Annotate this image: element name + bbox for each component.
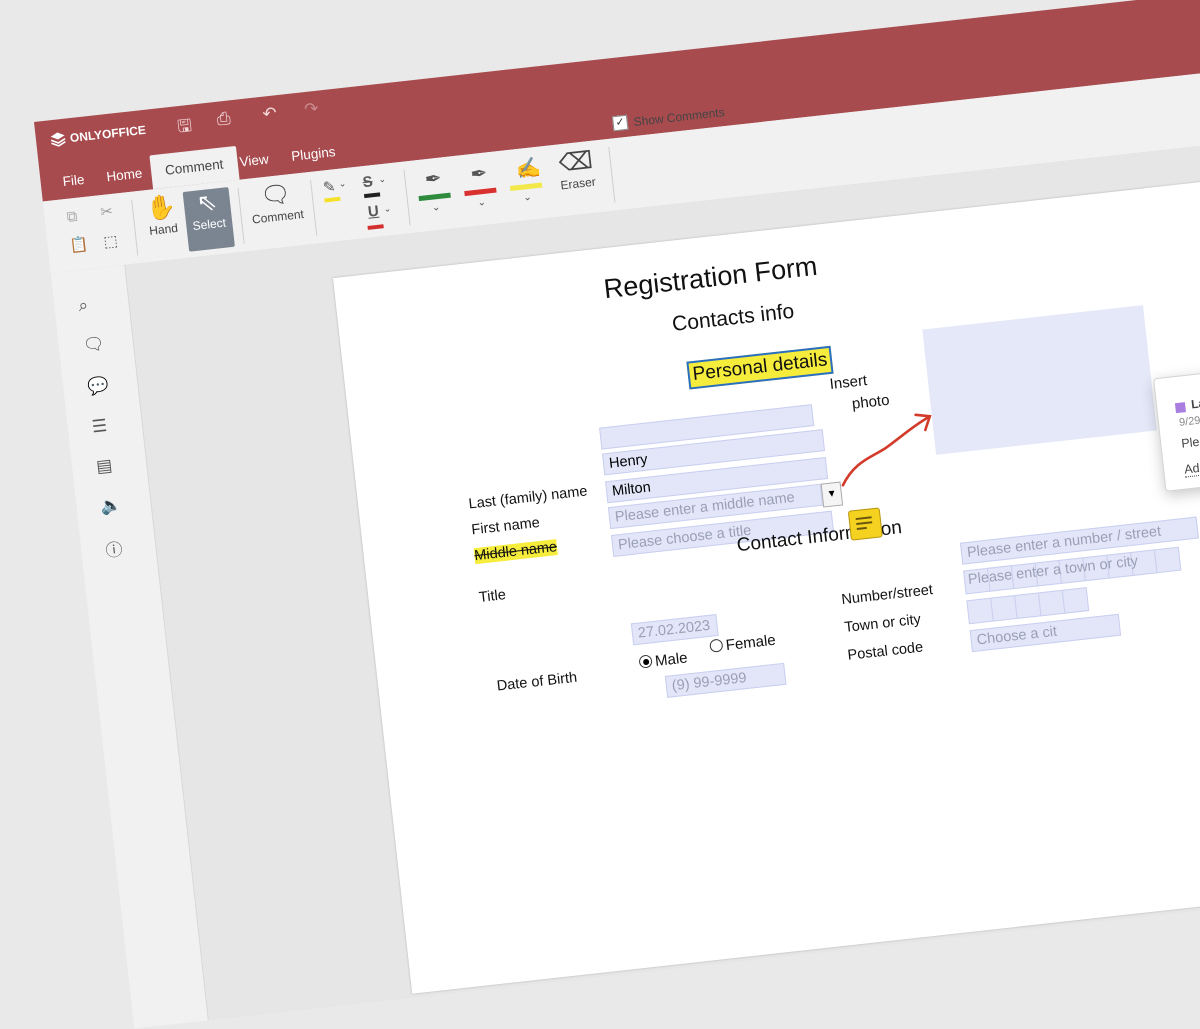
comment-popup: ✎ 🗑 ✓ Lara Green 9/29/23, 10:35 AM Pleas… xyxy=(1153,346,1200,492)
add-reply-link[interactable]: Add Reply xyxy=(1183,456,1200,478)
page-title: Registration Form xyxy=(602,250,819,305)
highlighter-pen-button[interactable]: ✍ ⌄ xyxy=(505,152,549,216)
separator xyxy=(310,179,318,236)
thumbnails-icon[interactable]: ▤ xyxy=(95,456,113,478)
search-icon[interactable]: ⌕ xyxy=(77,295,89,316)
strikeout-icon: S xyxy=(361,173,374,192)
date-of-birth-label: Date of Birth xyxy=(496,669,578,695)
hand-tool-button[interactable]: ✋ Hand xyxy=(139,192,187,256)
middle-name-label: Middle name xyxy=(473,539,558,565)
comments-icon[interactable]: 🗨 xyxy=(82,334,106,356)
strikeout-button[interactable]: S ⌄ xyxy=(360,171,397,201)
author-color-swatch xyxy=(1174,402,1186,414)
eraser-button[interactable]: ⌫ Eraser xyxy=(548,146,605,201)
pen-color-bar xyxy=(464,187,497,197)
separator xyxy=(403,169,411,226)
pen-color-bar xyxy=(509,182,543,192)
underline-icon: U xyxy=(367,202,380,221)
last-name-label: Last (family) name xyxy=(467,483,589,513)
highlighter-icon: ✎ xyxy=(322,178,337,197)
pen-green-button[interactable]: ✒ ⌄ xyxy=(413,162,457,226)
redo-icon[interactable]: ↷ xyxy=(303,99,319,120)
headings-icon[interactable]: ☰ xyxy=(91,416,108,438)
main-tabs: File Home Comment View Plugins xyxy=(39,144,336,202)
separator xyxy=(131,199,139,256)
pen-red-button[interactable]: ✒ ⌄ xyxy=(459,157,503,221)
title-label: Title xyxy=(478,587,507,606)
postal-code-label: Postal code xyxy=(846,639,924,664)
print-icon[interactable]: ⎙ xyxy=(216,108,232,129)
chevron-down-icon: ⌄ xyxy=(477,196,487,209)
chevron-down-icon: ⌄ xyxy=(383,203,392,215)
app-window: ONLYOFFICE 🖫 ⎙ ↶ ↷ File Home Comment Vie… xyxy=(34,0,1200,1029)
save-icon[interactable]: 🖫 xyxy=(176,113,194,143)
personal-details-highlight[interactable]: Personal details xyxy=(686,345,834,390)
female-radio[interactable] xyxy=(709,638,724,653)
select-all-icon[interactable]: ⬚ xyxy=(103,232,119,251)
highlight-color-bar xyxy=(324,196,341,203)
separator xyxy=(608,146,616,203)
town-label: Town or city xyxy=(843,611,922,636)
male-radio[interactable] xyxy=(638,654,653,669)
first-name-label: First name xyxy=(470,514,541,539)
gender-female-option[interactable]: Female xyxy=(709,632,777,656)
select-tool-button[interactable]: ⇖ Select xyxy=(182,187,235,252)
chat-icon[interactable]: 💬 xyxy=(86,375,109,397)
photo-field[interactable] xyxy=(922,305,1157,455)
section-heading-contacts: Contacts info xyxy=(670,299,796,336)
copy-icon[interactable]: ⧉ xyxy=(66,208,79,226)
red-arrow-annotation xyxy=(841,413,932,487)
comment-author: Lara Green xyxy=(1190,391,1200,412)
paste-icon[interactable]: 📋 xyxy=(69,235,89,255)
underline-button[interactable]: U ⌄ xyxy=(363,201,400,233)
add-comment-button[interactable]: 🗨 Comment xyxy=(246,179,308,245)
info-icon[interactable]: ⓘ xyxy=(104,535,124,562)
chevron-down-icon: ⌄ xyxy=(377,173,387,185)
pen-icon: ✒ xyxy=(423,167,443,192)
gender-male-option[interactable]: Male xyxy=(638,649,688,671)
chevron-down-icon: ⌄ xyxy=(338,178,347,189)
pen-color-bar xyxy=(418,192,451,202)
sticky-note-icon[interactable] xyxy=(847,507,883,541)
tab-file[interactable]: File xyxy=(51,162,96,200)
tab-view[interactable]: View xyxy=(228,141,280,180)
logo-text: ONLYOFFICE xyxy=(69,122,147,146)
show-comments-checkbox[interactable]: ✓ xyxy=(611,114,629,132)
separator xyxy=(237,187,245,244)
insert-photo-label: Insert xyxy=(828,372,868,394)
phone-field[interactable]: (9) 99-9999 xyxy=(664,662,787,698)
title-dropdown-arrow[interactable]: ▼ xyxy=(820,481,844,508)
document-page: Registration Form Contacts info Personal… xyxy=(333,154,1200,994)
highlight-button[interactable]: ✎ ⌄ xyxy=(320,175,357,205)
number-street-label: Number/street xyxy=(840,582,934,609)
cut-icon[interactable]: ✂ xyxy=(99,202,113,221)
speaker-icon[interactable]: 🔈 xyxy=(100,495,123,517)
app-logo: ONLYOFFICE xyxy=(49,122,147,148)
chevron-down-icon: ⌄ xyxy=(431,201,441,214)
pen-icon: ✒ xyxy=(469,162,489,187)
logo-icon xyxy=(50,132,66,147)
undo-icon[interactable]: ↶ xyxy=(262,103,278,124)
strike-color-bar xyxy=(363,192,381,199)
highlighter-pen-icon: ✍ xyxy=(515,156,543,182)
female-label: Female xyxy=(724,631,777,655)
underline-color-bar xyxy=(367,224,384,230)
chevron-down-icon: ⌄ xyxy=(522,191,533,204)
male-label: Male xyxy=(654,649,689,670)
